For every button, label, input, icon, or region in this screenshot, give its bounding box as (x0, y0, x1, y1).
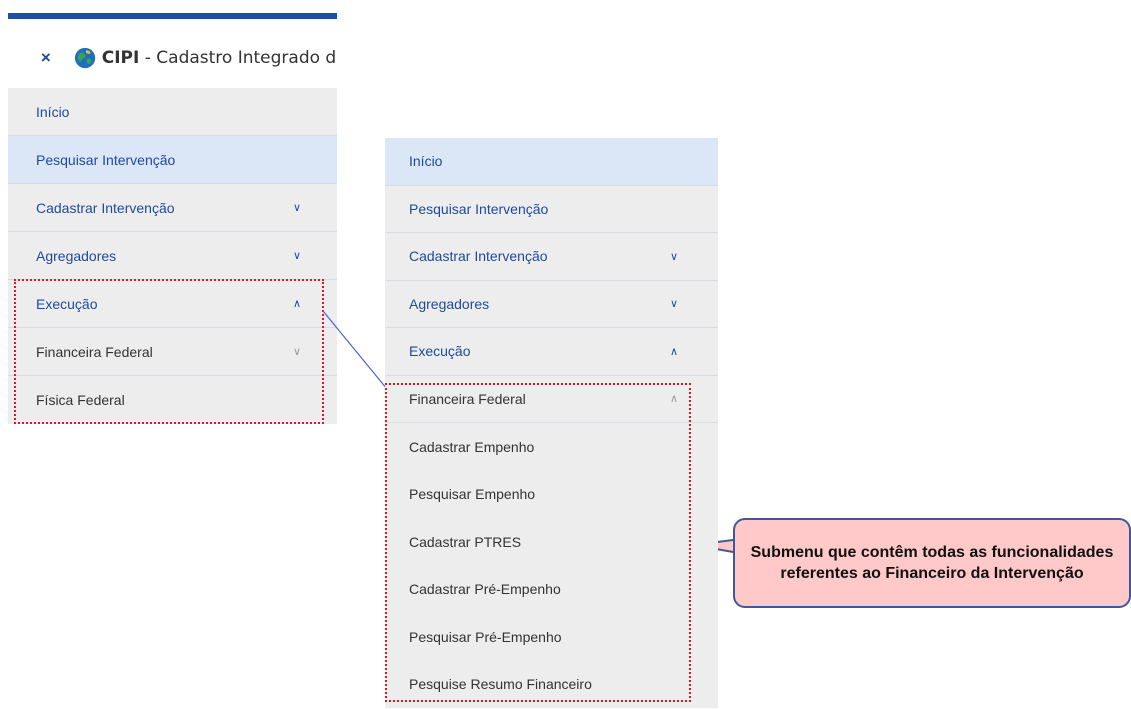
connector-line (322, 310, 388, 390)
chevron-down-icon: ∨ (669, 298, 678, 311)
chevron-up-icon: ∧ (669, 345, 678, 358)
menu-item-execucao[interactable]: Execução ∧ (385, 328, 718, 376)
menu-item-inicio[interactable]: Início (385, 138, 718, 186)
highlight-box-financeira-federal (385, 383, 691, 702)
menu-item-cadastrar-intervencao[interactable]: Cadastrar Intervenção ∨ (385, 233, 718, 281)
menu-item-pesquisar-intervencao[interactable]: Pesquisar Intervenção (385, 186, 718, 233)
chevron-down-icon: ∨ (669, 250, 678, 263)
menu-item-agregadores[interactable]: Agregadores ∨ (385, 281, 718, 328)
annotation-callout: Submenu que contêm todas as funcionalida… (733, 518, 1131, 608)
callout-text: Submenu que contêm todas as funcionalida… (750, 544, 1114, 582)
